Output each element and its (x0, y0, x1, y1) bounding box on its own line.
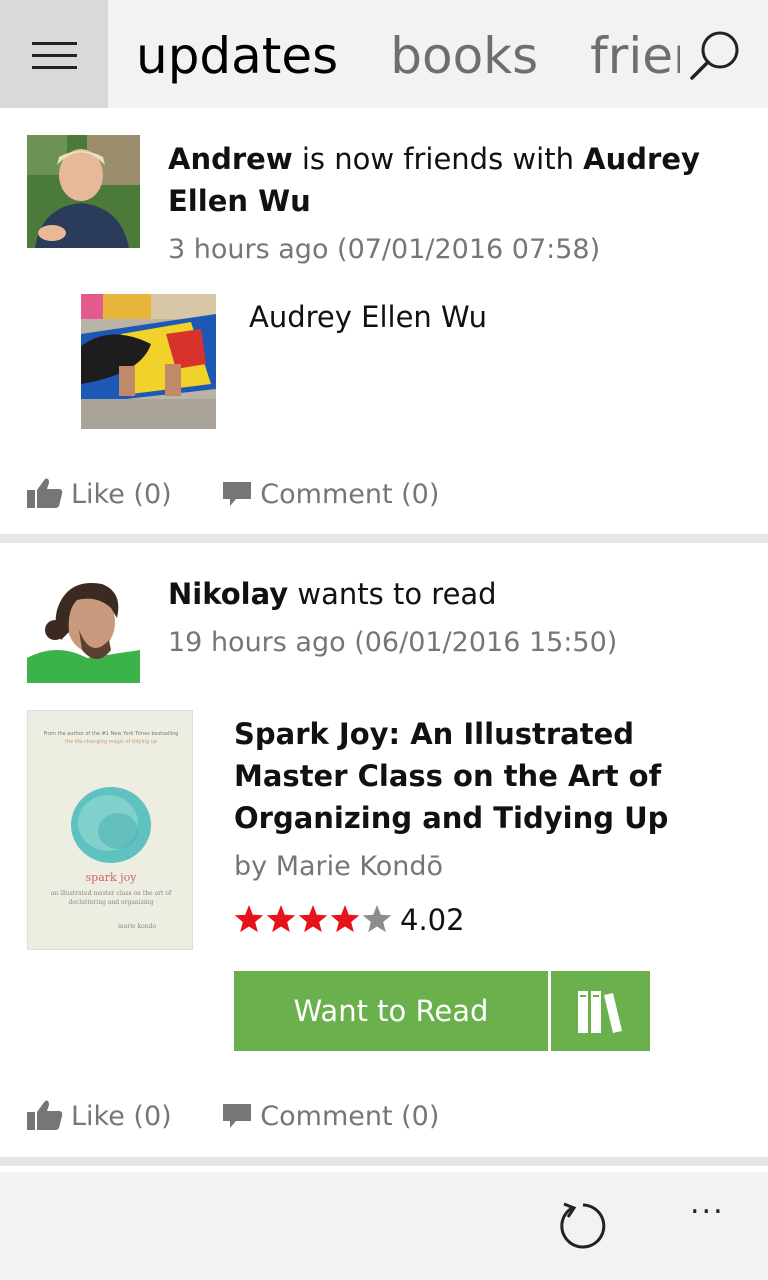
cover-author: marie kondo (118, 923, 157, 930)
like-button[interactable]: Like (0) (27, 473, 172, 517)
book-author[interactable]: by Marie Kondō (234, 849, 443, 885)
avatar-andrew[interactable] (27, 135, 140, 248)
hamburger-icon (32, 42, 77, 45)
rating-value: 4.02 (400, 903, 465, 937)
more-options-button[interactable]: ... (690, 1189, 740, 1222)
feed-headline: Nikolay wants to read (168, 573, 748, 615)
want-to-read-button[interactable]: Want to Read (234, 971, 548, 1051)
like-label: Like (0) (71, 478, 172, 510)
feed-actions: Like (0) Comment (0) (27, 1094, 481, 1138)
cover-circle-art (71, 787, 151, 863)
rating-stars (234, 905, 392, 933)
cover-subtitle: an illustrated master class on the art o… (50, 890, 172, 906)
bottom-app-bar: ... (0, 1172, 768, 1280)
hamburger-icon-line (32, 66, 77, 69)
cover-tagline-title: the life-changing magic of tidying up (64, 739, 158, 745)
hamburger-icon-line (32, 54, 77, 57)
feed-verb: wants to read (288, 577, 497, 611)
comment-icon (223, 481, 252, 506)
feed-item-friendship: Andrew is now friends with Audrey Ellen … (0, 108, 768, 534)
star-filled-icon (330, 905, 360, 933)
feed-actions: Like (0) Comment (0) (27, 472, 481, 516)
book-cover[interactable]: From the author of the #1 New York Times… (27, 710, 193, 950)
book-rating: 4.02 (234, 903, 465, 943)
refresh-icon[interactable] (556, 1200, 610, 1254)
avatar-nikolay[interactable] (27, 570, 140, 683)
star-filled-icon (298, 905, 328, 933)
app-header: updates books frier (0, 0, 768, 108)
comment-label: Comment (0) (260, 478, 440, 510)
pivot-tabs: updates books frier (136, 24, 746, 88)
thumbs-up-icon (27, 478, 63, 508)
tab-friends[interactable]: frier (590, 24, 693, 88)
timestamp: 3 hours ago (07/01/2016 07:58) (168, 234, 601, 265)
like-label: Like (0) (71, 1100, 172, 1132)
actor-name[interactable]: Nikolay (168, 577, 288, 611)
cover-title: spark joy (85, 871, 137, 884)
star-filled-icon (266, 905, 296, 933)
feed-headline: Andrew is now friends with Audrey Ellen … (168, 138, 748, 222)
bookshelf-icon (578, 991, 622, 1033)
timestamp: 19 hours ago (06/01/2016 15:50) (168, 627, 618, 658)
comment-button[interactable]: Comment (0) (222, 1095, 439, 1139)
star-filled-icon (234, 905, 264, 933)
tab-updates[interactable]: updates (136, 24, 338, 88)
feed-separator (0, 1157, 768, 1166)
tab-books[interactable]: books (390, 24, 538, 88)
comment-icon (223, 1103, 252, 1128)
friend-name[interactable]: Audrey Ellen Wu (249, 297, 487, 337)
feed-item-want-to-read: Nikolay wants to read 19 hours ago (06/0… (0, 543, 768, 1157)
feed-separator (0, 534, 768, 543)
actor-name[interactable]: Andrew (168, 142, 293, 176)
thumbs-up-icon (27, 1100, 63, 1130)
feed-verb: is now friends with (292, 142, 584, 176)
cover-tagline: From the author of the #1 New York Times… (43, 731, 179, 737)
shelf-button[interactable] (551, 971, 650, 1051)
star-empty-icon (362, 905, 392, 933)
book-title[interactable]: Spark Joy: An Illustrated Master Class o… (234, 713, 744, 839)
search-icon (690, 31, 739, 80)
comment-label: Comment (0) (260, 1100, 440, 1132)
search-button[interactable] (680, 20, 750, 90)
friend-avatar[interactable] (81, 294, 216, 429)
like-button[interactable]: Like (0) (27, 1095, 172, 1139)
hamburger-menu-button[interactable] (0, 0, 108, 108)
comment-button[interactable]: Comment (0) (222, 473, 439, 517)
